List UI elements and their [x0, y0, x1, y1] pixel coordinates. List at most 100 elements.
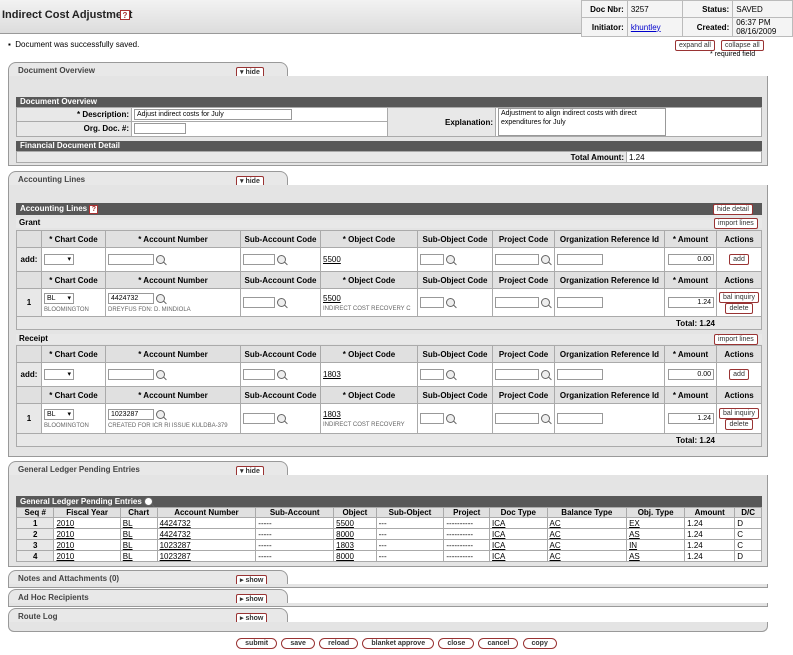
search-icon[interactable]	[541, 298, 551, 307]
blanket-approve-button[interactable]: blanket approve	[362, 638, 435, 649]
receipt-add-subaccount-input[interactable]	[243, 369, 275, 380]
receipt-add-subobject-input[interactable]	[420, 369, 444, 380]
grant-add-account-input[interactable]	[108, 254, 154, 265]
receipt-subobject-input[interactable]	[420, 413, 444, 424]
search-icon[interactable]	[277, 255, 287, 264]
expand-all-button[interactable]: expand all	[675, 40, 715, 51]
grant-add-amount-input[interactable]: 0.00	[668, 254, 714, 265]
glpe-link[interactable]: BL	[123, 530, 133, 539]
receipt-import-lines-button[interactable]: import lines	[714, 334, 758, 345]
save-button[interactable]: save	[281, 638, 315, 649]
grant-account-input[interactable]: 4424732	[108, 292, 154, 304]
collapse-all-button[interactable]: collapse all	[721, 40, 764, 51]
grant-add-subaccount-input[interactable]	[243, 254, 275, 265]
receipt-orgref-input[interactable]	[557, 413, 603, 424]
search-icon[interactable]	[144, 497, 154, 507]
glpe-link[interactable]: 5500	[336, 519, 354, 528]
grant-object-code[interactable]: 5500	[323, 294, 341, 303]
glpe-link[interactable]: AC	[550, 541, 561, 550]
glpe-link[interactable]: ICA	[492, 541, 505, 550]
grant-add-subobject-input[interactable]	[420, 254, 444, 265]
glpe-link[interactable]: 8000	[336, 530, 354, 539]
receipt-add-orgref-input[interactable]	[557, 369, 603, 380]
receipt-bal-inquiry-button[interactable]: bal inquiry	[719, 407, 759, 419]
receipt-add-object-code[interactable]: 1803	[323, 370, 341, 379]
search-icon[interactable]	[156, 370, 166, 379]
search-icon[interactable]	[446, 255, 456, 264]
glpe-link[interactable]: 2010	[56, 530, 74, 539]
grant-project-input[interactable]	[495, 297, 539, 308]
grant-add-button[interactable]: add	[729, 254, 749, 265]
grant-add-orgref-input[interactable]	[557, 254, 603, 265]
hide-detail-button[interactable]: hide detail	[713, 204, 753, 215]
help-icon[interactable]: ?	[120, 10, 130, 20]
search-icon[interactable]	[156, 255, 166, 264]
grant-chart-select[interactable]: BL	[44, 292, 74, 304]
receipt-add-account-input[interactable]	[108, 369, 154, 380]
glpe-link[interactable]: 2010	[56, 552, 74, 561]
receipt-object-code[interactable]: 1803	[323, 410, 341, 419]
search-icon[interactable]	[446, 298, 456, 307]
grant-orgref-input[interactable]	[557, 297, 603, 308]
reload-button[interactable]: reload	[319, 638, 359, 649]
search-icon[interactable]	[541, 370, 551, 379]
grant-bal-inquiry-button[interactable]: bal inquiry	[719, 291, 759, 303]
search-icon[interactable]	[541, 414, 551, 423]
receipt-chart-select[interactable]: BL	[44, 408, 74, 420]
glpe-link[interactable]: 4424732	[160, 519, 191, 528]
grant-import-lines-button[interactable]: import lines	[714, 218, 758, 229]
submit-button[interactable]: submit	[236, 638, 278, 649]
glpe-link[interactable]: 1023287	[160, 541, 191, 550]
grant-add-object-code[interactable]: 5500	[323, 255, 341, 264]
search-icon[interactable]	[277, 298, 287, 307]
receipt-add-project-input[interactable]	[495, 369, 539, 380]
receipt-amount-input[interactable]: 1.24	[668, 413, 714, 424]
explanation-textarea[interactable]: Adjustment to align indirect costs with …	[498, 108, 666, 136]
glpe-link[interactable]: ICA	[492, 530, 505, 539]
glpe-link[interactable]: AS	[629, 530, 640, 539]
search-icon[interactable]	[156, 293, 166, 303]
receipt-account-input[interactable]: 1023287	[108, 408, 154, 420]
glpe-link[interactable]: BL	[123, 519, 133, 528]
search-icon[interactable]	[156, 409, 166, 419]
glpe-link[interactable]: 4424732	[160, 530, 191, 539]
glpe-link[interactable]: IN	[629, 541, 637, 550]
grant-delete-button[interactable]: delete	[725, 302, 753, 314]
glpe-link[interactable]: AC	[550, 519, 561, 528]
close-button[interactable]: close	[438, 638, 475, 649]
receipt-subaccount-input[interactable]	[243, 413, 275, 424]
cancel-button[interactable]: cancel	[478, 638, 519, 649]
search-icon[interactable]	[277, 370, 287, 379]
search-icon[interactable]	[541, 255, 551, 264]
grant-subaccount-input[interactable]	[243, 297, 275, 308]
description-input[interactable]: Adjust indirect costs for July	[134, 108, 292, 120]
glpe-link[interactable]: 1023287	[160, 552, 191, 561]
receipt-delete-button[interactable]: delete	[725, 418, 753, 430]
glpe-link[interactable]: 1803	[336, 541, 354, 550]
glpe-link[interactable]: 2010	[56, 541, 74, 550]
receipt-add-amount-input[interactable]: 0.00	[668, 369, 714, 380]
glpe-link[interactable]: AC	[550, 552, 561, 561]
copy-button[interactable]: copy	[522, 638, 557, 649]
receipt-project-input[interactable]	[495, 413, 539, 424]
search-icon[interactable]	[277, 414, 287, 423]
receipt-add-button[interactable]: add	[729, 369, 749, 380]
grant-amount-input[interactable]: 1.24	[668, 297, 714, 308]
grant-add-chart-select[interactable]	[44, 254, 74, 265]
glpe-link[interactable]: EX	[629, 519, 640, 528]
accounting-help-icon[interactable]: ?	[89, 205, 99, 214]
receipt-add-chart-select[interactable]	[44, 369, 74, 380]
glpe-link[interactable]: AS	[629, 552, 640, 561]
glpe-link[interactable]: AC	[550, 530, 561, 539]
glpe-link[interactable]: ICA	[492, 552, 505, 561]
search-icon[interactable]	[446, 414, 456, 423]
search-icon[interactable]	[446, 370, 456, 379]
glpe-link[interactable]: 8000	[336, 552, 354, 561]
initiator-link[interactable]: khuntley	[631, 23, 661, 32]
glpe-link[interactable]: ICA	[492, 519, 505, 528]
grant-add-project-input[interactable]	[495, 254, 539, 265]
org-doc-input[interactable]	[134, 123, 186, 135]
grant-subobject-input[interactable]	[420, 297, 444, 308]
glpe-link[interactable]: 2010	[56, 519, 74, 528]
glpe-link[interactable]: BL	[123, 552, 133, 561]
